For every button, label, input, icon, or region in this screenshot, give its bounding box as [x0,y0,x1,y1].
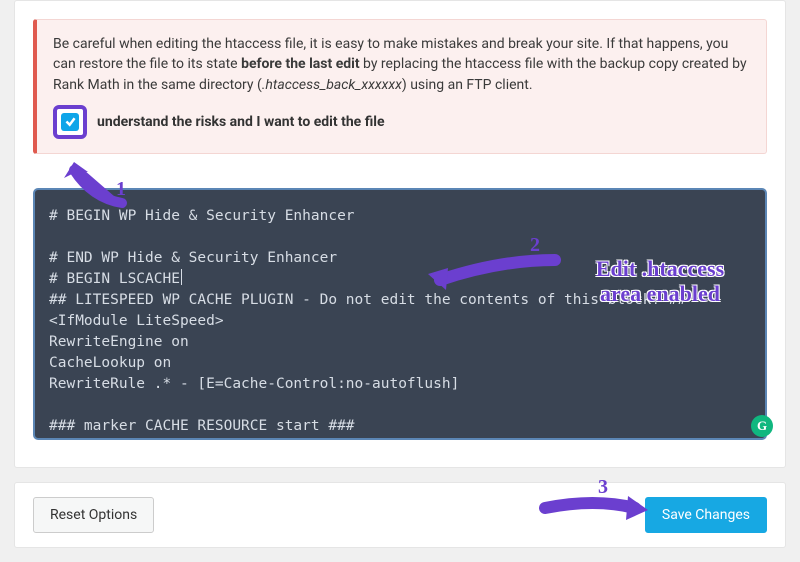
reset-options-button[interactable]: Reset Options [33,497,154,533]
settings-panel: Be careful when editing the htaccess fil… [14,0,786,468]
consent-row: understand the risks and I want to edit … [53,105,750,139]
consent-label: understand the risks and I want to edit … [97,112,385,132]
grammarly-icon[interactable]: G [751,415,773,437]
htaccess-editor[interactable]: # BEGIN WP Hide & Security Enhancer # EN… [33,188,767,440]
warning-text: Be careful when editing the htaccess fil… [53,34,750,95]
consent-checkbox[interactable] [61,113,79,131]
htaccess-warning: Be careful when editing the htaccess fil… [33,19,767,154]
footer-bar: Reset Options Save Changes [14,482,786,548]
consent-checkbox-highlight [53,105,87,139]
check-icon [64,115,77,128]
save-changes-button[interactable]: Save Changes [645,497,767,533]
